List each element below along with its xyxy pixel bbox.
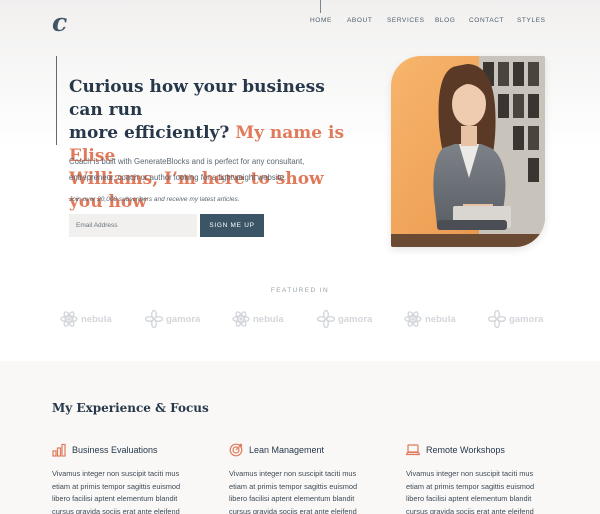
hero-description: Coach is built with GenerateBlocks and i… <box>69 157 305 182</box>
nav-item-blog[interactable]: BLOG <box>435 17 455 24</box>
sign-up-button[interactable]: SIGN ME UP <box>200 214 264 237</box>
featured-in-label: FEATURED IN <box>270 287 330 294</box>
atom-icon <box>232 311 250 327</box>
experience-title: My Experience & Focus <box>52 401 209 415</box>
experience-card-header: Remote Workshops <box>406 441 551 459</box>
site-logo[interactable]: c <box>52 8 67 37</box>
featured-logo-text: gamora <box>509 313 544 325</box>
experience-card: Lean Management Vivamus integer non susc… <box>229 441 374 514</box>
experience-card-title: Remote Workshops <box>426 445 505 455</box>
featured-logo-gamora[interactable]: gamora <box>488 309 543 329</box>
nav-divider <box>320 0 321 13</box>
nav-link-home[interactable]: HOME <box>310 17 332 24</box>
flower-icon <box>145 310 163 328</box>
experience-card-text: Vivamus integer non suscipit taciti mus … <box>229 469 358 514</box>
experience-card-title: Business Evaluations <box>72 445 158 455</box>
featured-logo-nebula[interactable]: nebula <box>60 309 112 329</box>
flower-icon <box>317 310 335 328</box>
laptop-icon <box>406 444 420 456</box>
portrait-illustration <box>391 56 545 247</box>
experience-card-title: Lean Management <box>249 445 325 455</box>
experience-card-text: Vivamus integer non suscipit taciti mus … <box>406 469 535 514</box>
nav-item-about[interactable]: ABOUT <box>347 17 372 24</box>
flower-icon <box>488 310 506 328</box>
nav-item-contact[interactable]: CONTACT <box>469 17 504 24</box>
nav-link-styles[interactable]: STYLES <box>517 17 546 24</box>
experience-card: Remote Workshops Vivamus integer non sus… <box>406 441 551 514</box>
nav-link-contact[interactable]: CONTACT <box>469 17 504 24</box>
hero-heading: Curious how your business can run more e… <box>69 76 359 214</box>
featured-logo-gamora[interactable]: gamora <box>317 309 372 329</box>
featured-logo-gamora[interactable]: gamora <box>145 309 200 329</box>
site-header: c HOME ABOUT SERVICES BLOG CONTACT STYLE… <box>0 0 600 42</box>
hero-portrait-photo <box>391 56 545 247</box>
hero-heading-line1: Curious how your business can run <box>69 77 325 120</box>
nav-item-home[interactable]: HOME <box>310 17 332 24</box>
nav-item-styles[interactable]: STYLES <box>517 17 546 24</box>
featured-logo-text: gamora <box>166 313 201 325</box>
nav-link-services[interactable]: SERVICES <box>387 17 425 24</box>
nav-item-services[interactable]: SERVICES <box>387 17 425 24</box>
hero-heading-line2a: more efficiently? <box>69 123 230 143</box>
experience-card-text: Vivamus integer non suscipit taciti mus … <box>52 469 181 514</box>
featured-logo-nebula[interactable]: nebula <box>404 309 456 329</box>
subscribers-note: Join over 20,000 subscribers and receive… <box>69 196 240 203</box>
target-icon <box>229 443 243 457</box>
nav-link-about[interactable]: ABOUT <box>347 17 372 24</box>
experience-card-header: Lean Management <box>229 441 374 459</box>
featured-logo-text: gamora <box>338 313 373 325</box>
atom-icon <box>60 311 78 327</box>
featured-logo-nebula[interactable]: nebula <box>232 309 284 329</box>
featured-logo-text: nebula <box>81 313 112 325</box>
hero-accent-rule <box>56 56 57 145</box>
nav-link-blog[interactable]: BLOG <box>435 17 455 24</box>
featured-logo-text: nebula <box>253 313 284 325</box>
experience-card: Business Evaluations Vivamus integer non… <box>52 441 197 514</box>
experience-card-header: Business Evaluations <box>52 441 197 459</box>
bar-chart-icon <box>52 443 66 457</box>
email-field[interactable] <box>69 214 197 237</box>
atom-icon <box>404 311 422 327</box>
featured-logo-text: nebula <box>425 313 456 325</box>
